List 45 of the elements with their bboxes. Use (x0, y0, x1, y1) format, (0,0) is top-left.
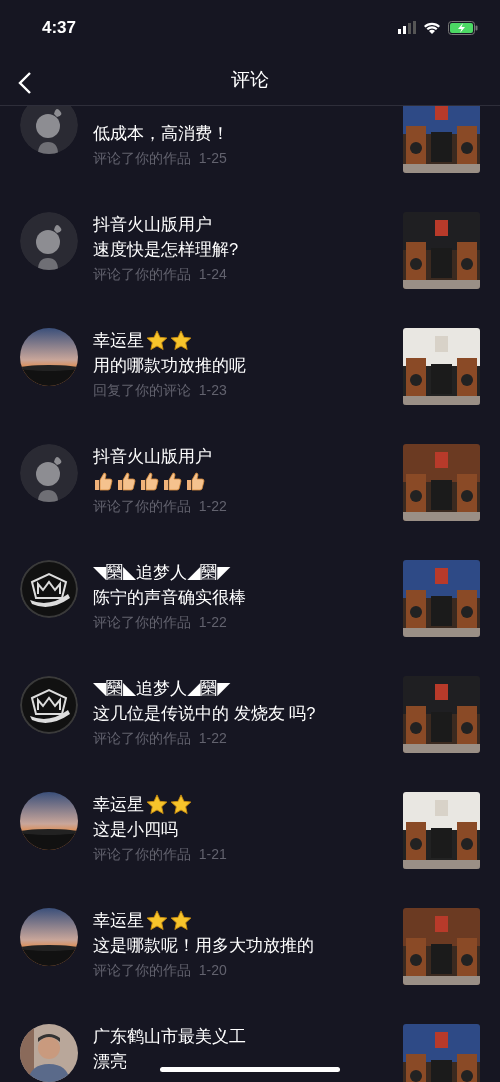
thumbs-up-icon (139, 471, 159, 491)
default-avatar-icon (20, 444, 78, 502)
battery-charging-icon (448, 20, 478, 35)
star-icon (146, 329, 168, 351)
status-time: 4:37 (42, 17, 77, 38)
star-icon (170, 329, 192, 351)
user-name[interactable]: 广东鹤山市最美义工 (93, 1024, 246, 1048)
user-name[interactable]: ◥圞◣追梦人◢圞◤ (93, 676, 231, 700)
user-name[interactable]: 抖音火山版用户 (93, 212, 212, 236)
emblem-avatar-icon (20, 676, 78, 734)
comment-text: 漂亮 (93, 1051, 127, 1072)
thumbs-up-icon (116, 471, 136, 491)
user-name[interactable]: 抖音火山版用户 (93, 444, 212, 468)
comment-meta: 评论了你的作品 1-22 (93, 497, 227, 516)
comment-text: 这几位是传说中的 发烧友 吗? (93, 703, 316, 724)
default-avatar-icon (20, 212, 78, 270)
star-icon (170, 793, 192, 815)
comment-meta: 评论了你的作品 1-24 (93, 265, 227, 284)
comment-text: 这是哪款呢！用多大功放推的 (93, 935, 314, 956)
comment-text: 这是小四吗 (93, 819, 178, 840)
user-name[interactable]: 幸运星 (93, 792, 144, 816)
star-icon (146, 909, 168, 931)
comment-text: 低成本，高消费！ (93, 123, 229, 144)
user-name[interactable]: ◥圞◣追梦人◢圞◤ (93, 560, 231, 584)
comment-meta: 评论了你的作品 1-20 (93, 961, 227, 980)
page-title: 评论 (231, 68, 269, 92)
signal-icon (398, 21, 416, 34)
star-icon (146, 793, 168, 815)
comment-meta: 回复了你的评论 1-23 (93, 381, 227, 400)
comment-text: 陈宁的声音确实很棒 (93, 587, 246, 608)
star-icon (170, 909, 192, 931)
user-name[interactable]: 幸运星 (93, 328, 144, 352)
user-name[interactable]: 幸运星 (93, 908, 144, 932)
comment-meta: 评论了你的作品 1-25 (93, 149, 227, 168)
comment-meta: 评论了你的作品 1-22 (93, 613, 227, 632)
thumbs-up-icon (162, 471, 182, 491)
comment-meta: 评论了你的作品 1-22 (93, 729, 227, 748)
comment-text: 用的哪款功放推的呢 (93, 355, 246, 376)
emblem-avatar-icon (20, 560, 78, 618)
wifi-icon (423, 21, 441, 34)
thumbs-up-icon (185, 471, 205, 491)
back-icon (18, 71, 32, 95)
comment-meta: 评论了你的作品 1-21 (93, 845, 227, 864)
thumbs-up-icon (93, 471, 113, 491)
comment-text: 速度快是怎样理解? (93, 239, 239, 260)
